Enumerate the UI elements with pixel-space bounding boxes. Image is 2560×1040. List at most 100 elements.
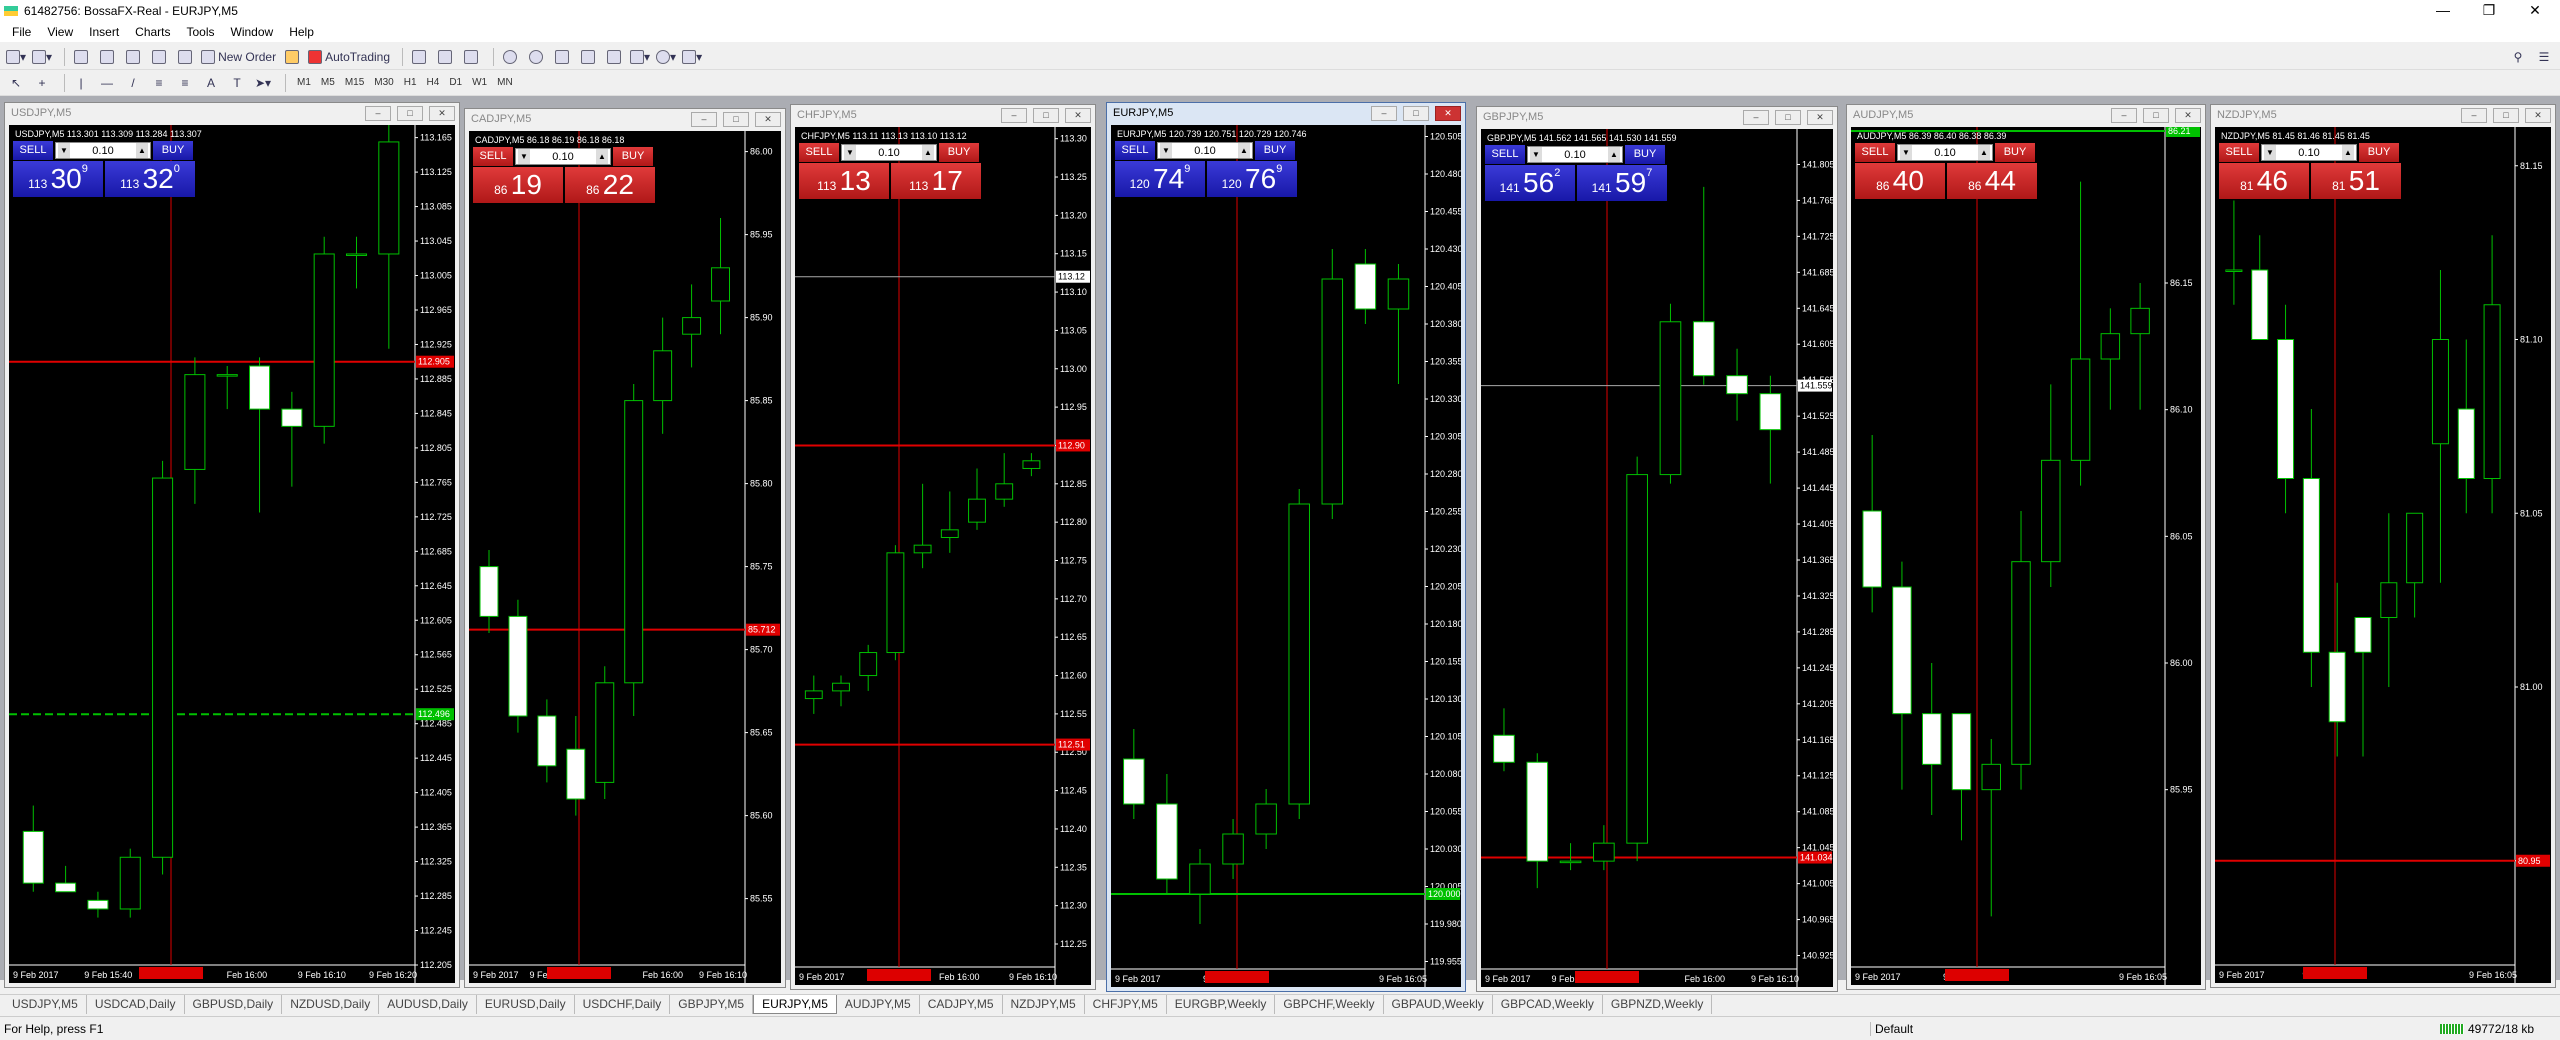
candle[interactable] — [2100, 308, 2121, 410]
candle[interactable] — [1593, 825, 1615, 871]
candle[interactable] — [2354, 617, 2372, 757]
candle[interactable] — [2457, 339, 2475, 514]
candle[interactable] — [1921, 663, 1942, 815]
candle[interactable] — [1222, 819, 1244, 879]
candle[interactable] — [1526, 753, 1549, 889]
chart-tab[interactable]: USDJPY,M5 — [4, 995, 87, 1014]
sell-button[interactable]: SELL — [13, 141, 53, 160]
close-icon[interactable]: ✕ — [2512, 0, 2558, 22]
chart-tab[interactable]: CADJPY,M5 — [920, 995, 1003, 1014]
candle[interactable] — [1659, 303, 1682, 484]
candle[interactable] — [1288, 489, 1310, 819]
window-minimize-icon[interactable]: – — [2111, 108, 2137, 123]
chart-tab[interactable]: GBPNZD,Weekly — [1603, 995, 1713, 1014]
bid-price-quote[interactable]: 113 309 — [13, 161, 103, 197]
chart-window[interactable]: AUDJPY,M5– □ ✕ 86.15 86.10 86.05 86.00 85.95 9 F… — [1846, 104, 2206, 990]
price-chart[interactable]: 113.165 113.125 113.085 113.045 113.005 112.9… — [9, 125, 455, 983]
candle[interactable] — [2406, 512, 2424, 618]
lot-decrease-icon[interactable]: ▼ — [844, 145, 856, 160]
lot-increase-icon[interactable]: ▲ — [1238, 143, 1250, 158]
window-close-icon[interactable]: ✕ — [1807, 110, 1833, 125]
sell-button[interactable]: SELL — [1855, 143, 1895, 162]
candle[interactable] — [653, 317, 673, 434]
timeframe-m15[interactable]: M15 — [340, 77, 369, 88]
menu-help[interactable]: Help — [281, 25, 322, 39]
candle[interactable] — [940, 491, 959, 553]
window-close-icon[interactable]: ✕ — [755, 112, 781, 127]
lot-increase-icon[interactable]: ▲ — [1608, 147, 1620, 162]
ask-price-quote[interactable]: 81 51 — [2311, 163, 2401, 199]
equidistant-channel-icon[interactable]: ≡ — [149, 73, 169, 93]
window-maximize-icon[interactable]: □ — [1033, 108, 1059, 123]
timeframe-m5[interactable]: M5 — [316, 77, 340, 88]
chart-tab[interactable]: EURGBP,Weekly — [1167, 995, 1276, 1014]
menu-file[interactable]: File — [4, 25, 39, 39]
zoom-out-icon[interactable] — [526, 47, 546, 67]
candle[interactable] — [2251, 235, 2269, 340]
candle[interactable] — [22, 805, 44, 892]
chart-canvas[interactable]: 86.00 85.95 85.90 85.85 85.80 85.75 85.70 85.65… — [469, 131, 781, 983]
chart-tab[interactable]: NZDJPY,M5 — [1003, 995, 1085, 1014]
buy-button[interactable]: BUY — [1995, 143, 2035, 162]
lot-increase-icon[interactable]: ▲ — [2342, 145, 2354, 160]
bid-price-quote[interactable]: 86 40 — [1855, 163, 1945, 199]
candle[interactable] — [1493, 708, 1515, 772]
bid-price-quote[interactable]: 86 19 — [473, 167, 563, 203]
candle[interactable] — [886, 545, 905, 661]
ask-price-quote[interactable]: 120 769 — [1207, 161, 1297, 197]
candle[interactable] — [913, 483, 932, 569]
candle[interactable] — [2380, 513, 2398, 687]
lot-size-input[interactable]: ▼ 0.10 ▲ — [1897, 144, 1993, 161]
candle[interactable] — [1951, 713, 1972, 841]
window-close-icon[interactable]: ✕ — [1065, 108, 1091, 123]
buy-button[interactable]: BUY — [153, 141, 193, 160]
lot-increase-icon[interactable]: ▲ — [596, 149, 608, 164]
timeframe-mn[interactable]: MN — [492, 77, 518, 88]
candle[interactable] — [508, 599, 528, 733]
crosshair-icon[interactable]: + — [32, 73, 52, 93]
timeframe-d1[interactable]: D1 — [444, 77, 467, 88]
new-chart-icon[interactable]: ▾ — [6, 47, 26, 67]
chart-tab[interactable]: GBPUSD,Daily — [185, 995, 283, 1014]
cursor-icon[interactable]: ↖ — [6, 73, 26, 93]
horizontal-line-icon[interactable]: — — [97, 73, 117, 93]
timeframe-h1[interactable]: H1 — [399, 77, 422, 88]
candle[interactable] — [968, 468, 986, 530]
window-minimize-icon[interactable]: – — [691, 112, 717, 127]
text-icon[interactable]: A — [201, 73, 221, 93]
candle[interactable] — [216, 366, 238, 410]
sell-button[interactable]: SELL — [799, 143, 839, 162]
window-maximize-icon[interactable]: □ — [397, 106, 423, 121]
chart-tab[interactable]: AUDUSD,Daily — [379, 995, 477, 1014]
profiles-icon[interactable]: ▾ — [32, 47, 52, 67]
candle[interactable] — [1892, 561, 1912, 790]
timeframe-m30[interactable]: M30 — [369, 77, 398, 88]
candlesticks-icon[interactable] — [435, 47, 455, 67]
window-minimize-icon[interactable]: – — [365, 106, 391, 121]
ask-price-quote[interactable]: 113 320 — [105, 161, 195, 197]
menu-window[interactable]: Window — [223, 25, 282, 39]
buy-button[interactable]: BUY — [613, 147, 653, 166]
candle[interactable] — [711, 218, 731, 335]
candle[interactable] — [1981, 739, 2001, 917]
candle[interactable] — [832, 675, 850, 707]
window-maximize-icon[interactable]: □ — [2493, 108, 2519, 123]
candle[interactable] — [345, 236, 368, 289]
candle[interactable] — [55, 865, 77, 893]
candle[interactable] — [2011, 511, 2031, 790]
buy-button[interactable]: BUY — [939, 143, 979, 162]
menu-insert[interactable]: Insert — [81, 25, 127, 39]
arrows-icon[interactable]: ➤▾ — [253, 73, 273, 93]
bid-price-quote[interactable]: 120 749 — [1115, 161, 1205, 197]
chart-window[interactable]: NZDJPY,M5–□✕81.1581.1081.0581.0080.959 F… — [2210, 104, 2556, 988]
buy-button[interactable]: BUY — [2359, 143, 2399, 162]
menu-view[interactable]: View — [39, 25, 81, 39]
candle[interactable] — [313, 236, 335, 444]
lot-increase-icon[interactable]: ▲ — [922, 145, 934, 160]
candle[interactable] — [2328, 582, 2346, 757]
minimize-icon[interactable]: — — [2420, 0, 2466, 22]
tile-windows-icon[interactable] — [552, 47, 572, 67]
text-label-icon[interactable]: T — [227, 73, 247, 93]
lot-increase-icon[interactable]: ▲ — [1978, 145, 1990, 160]
candle[interactable] — [595, 666, 615, 799]
